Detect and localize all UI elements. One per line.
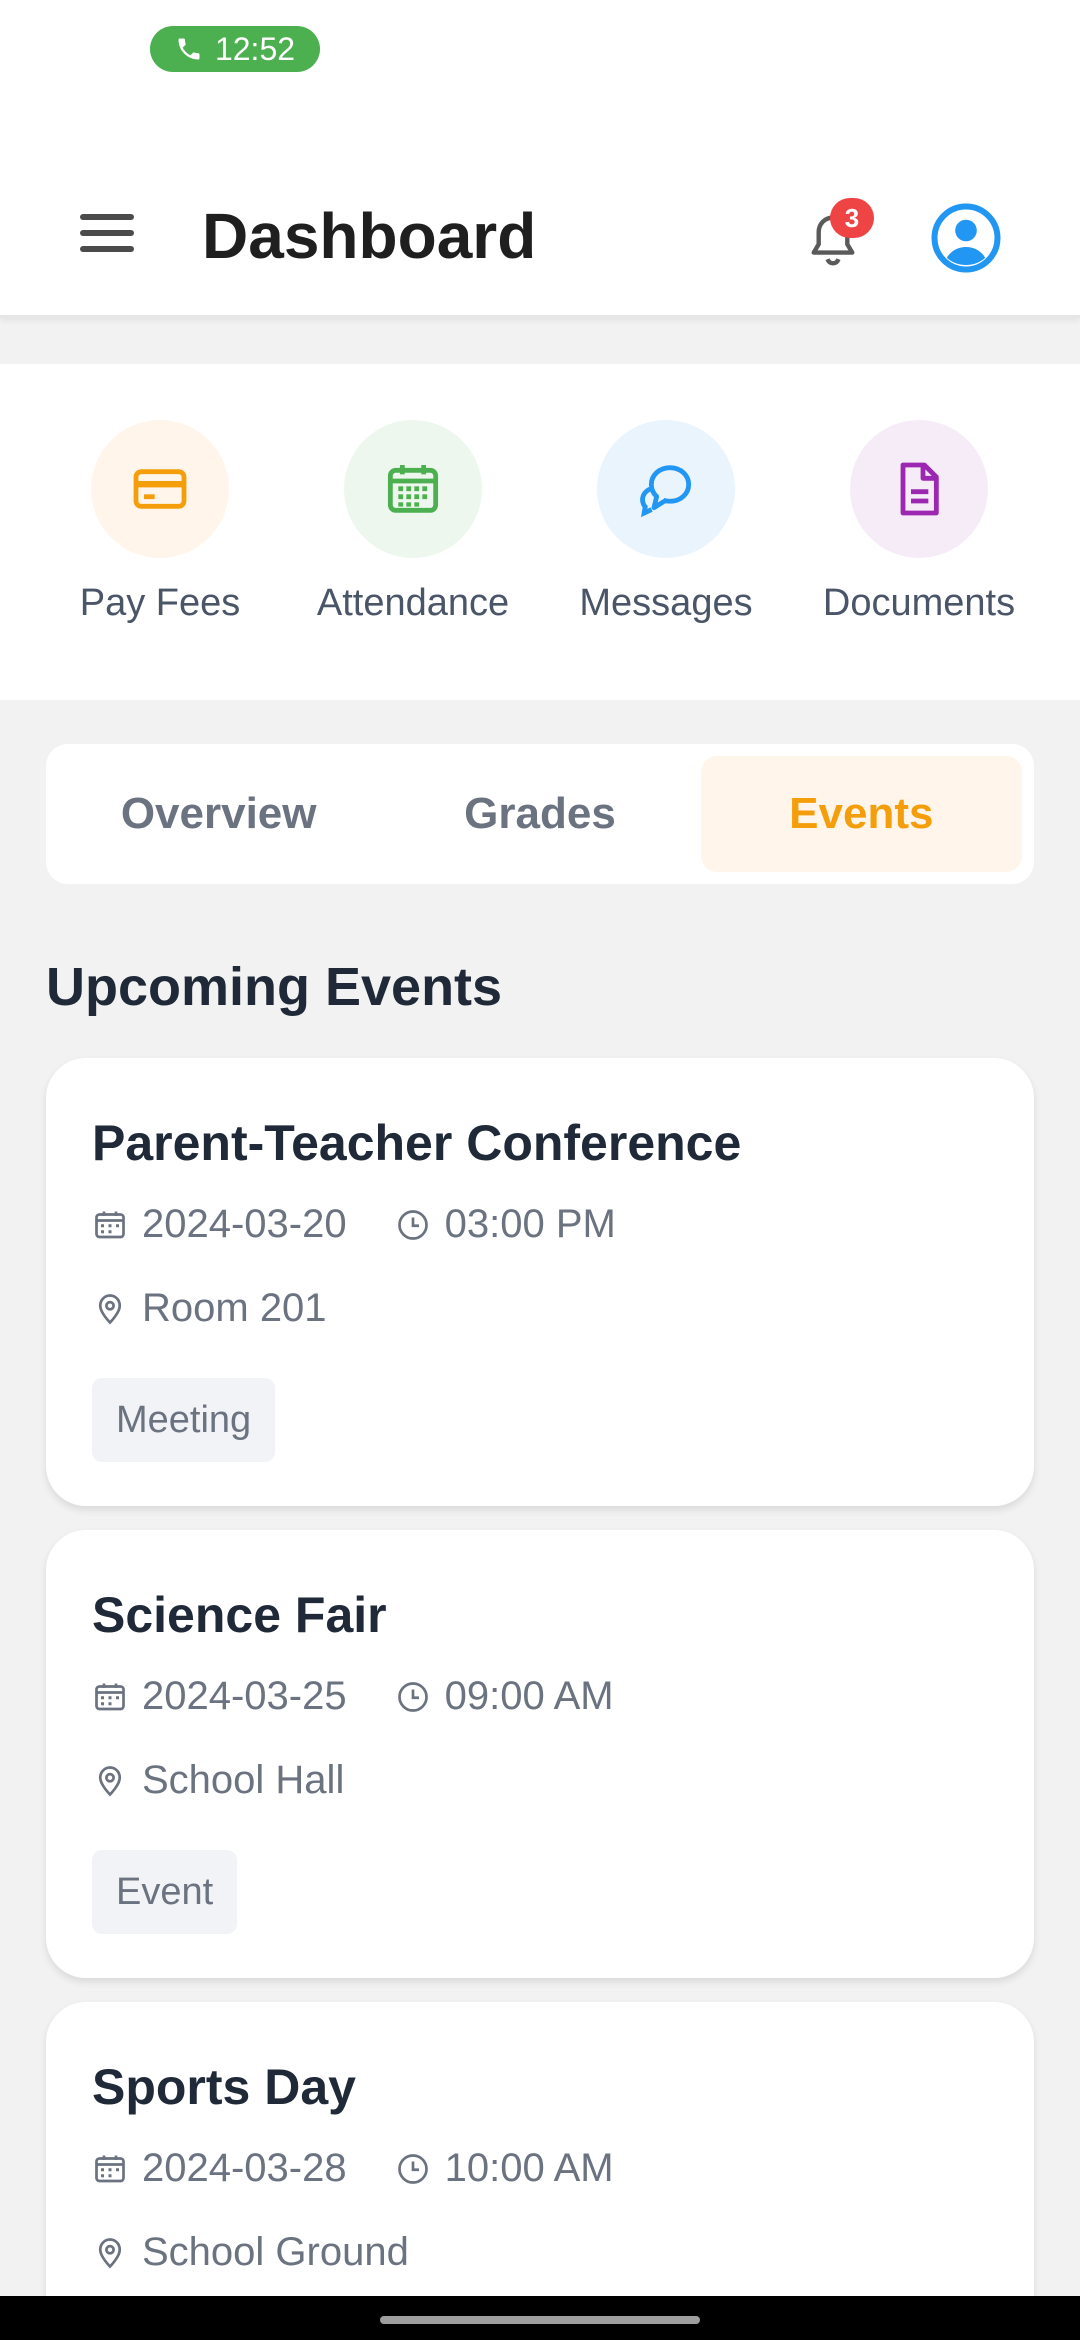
- calendar-icon: [95, 2155, 125, 2182]
- event-location: Room 201: [142, 1286, 327, 1330]
- location-pin-icon: [98, 2237, 122, 2268]
- dashboard-tabs: Overview Grades Events: [46, 744, 1034, 884]
- tab-events[interactable]: Events: [700, 756, 1022, 872]
- status-bar: 12:52: [0, 0, 1080, 78]
- clock-icon: [397, 1681, 428, 1712]
- quick-action-label: Attendance: [316, 582, 510, 624]
- event-date: 2024-03-25: [142, 1674, 347, 1718]
- event-date: 2024-03-20: [142, 1202, 347, 1246]
- clock-icon: [397, 1209, 428, 1240]
- event-card[interactable]: Science Fair 2024-03-25 09:00 AM School …: [46, 1530, 1034, 1978]
- quick-action-pay-fees[interactable]: Pay Fees: [35, 420, 285, 625]
- hamburger-line: [80, 246, 134, 252]
- quick-action-attendance[interactable]: Attendance: [288, 420, 538, 625]
- document-icon: [900, 462, 939, 516]
- account-circle-icon: [931, 203, 1001, 273]
- hamburger-line: [80, 230, 134, 236]
- menu-button[interactable]: [80, 214, 144, 262]
- event-tag: Meeting: [92, 1378, 276, 1462]
- section-title: Upcoming Events: [46, 957, 503, 1017]
- quick-action-documents[interactable]: Documents: [794, 420, 1044, 625]
- calendar-icon: [95, 1683, 125, 1710]
- event-title: Parent-Teacher Conference: [92, 1115, 742, 1171]
- event-card[interactable]: Sports Day 2024-03-28 10:00 AM School Gr…: [46, 2002, 1034, 2340]
- event-location: School Ground: [142, 2230, 409, 2274]
- notification-count-badge: 3: [830, 198, 874, 238]
- event-location-row: School Ground: [92, 2230, 409, 2275]
- profile-button[interactable]: [930, 202, 1002, 274]
- event-time: 10:00 AM: [444, 2146, 614, 2190]
- event-tag: Event: [92, 1850, 238, 1934]
- tab-overview[interactable]: Overview: [58, 756, 379, 872]
- call-duration: 12:52: [214, 30, 296, 67]
- event-location-row: School Hall: [92, 1758, 344, 1803]
- quick-action-label: Messages: [579, 582, 753, 624]
- event-title: Sports Day: [92, 2059, 356, 2115]
- tab-grades[interactable]: Grades: [379, 756, 700, 872]
- home-gesture-handle[interactable]: [380, 2316, 700, 2324]
- hamburger-icon: [80, 214, 134, 220]
- chat-icon: [640, 465, 692, 518]
- event-location: School Hall: [142, 1758, 345, 1802]
- calendar-icon: [95, 1211, 125, 1238]
- event-card[interactable]: Parent-Teacher Conference 2024-03-20 03:…: [46, 1058, 1034, 1506]
- quick-actions-panel: Pay Fees Attendance Messages Documents: [0, 364, 1080, 700]
- event-title: Science Fair: [92, 1587, 387, 1643]
- event-time: 09:00 AM: [444, 1674, 614, 1718]
- event-time: 03:00 PM: [444, 1202, 616, 1246]
- page-title: Dashboard: [202, 200, 537, 272]
- event-datetime-row: 2024-03-28 10:00 AM: [92, 2146, 614, 2191]
- documents-icon-circle: [850, 420, 988, 558]
- calendar-icon: [387, 465, 439, 513]
- quick-action-label: Pay Fees: [79, 582, 241, 624]
- system-navigation-bar: [0, 2296, 1080, 2340]
- pay-fees-icon-circle: [91, 420, 229, 558]
- app-bar: [0, 78, 1080, 318]
- attendance-icon-circle: [344, 420, 482, 558]
- event-datetime-row: 2024-03-25 09:00 AM: [92, 1674, 614, 1719]
- quick-action-messages[interactable]: Messages: [541, 420, 791, 625]
- quick-action-label: Documents: [822, 582, 1016, 624]
- phone-icon: [178, 38, 200, 60]
- ongoing-call-pill[interactable]: 12:52: [150, 26, 320, 72]
- event-location-row: Room 201: [92, 1286, 327, 1331]
- clock-icon: [397, 2153, 428, 2184]
- messages-icon-circle: [597, 420, 735, 558]
- credit-card-icon: [133, 469, 187, 509]
- screen: 12:52 Dashboard 3 Pay Fees Attendance Me…: [0, 0, 1080, 2340]
- location-pin-icon: [98, 1293, 122, 1324]
- location-pin-icon: [98, 1765, 122, 1796]
- event-datetime-row: 2024-03-20 03:00 PM: [92, 1202, 616, 1247]
- event-date: 2024-03-28: [142, 2146, 347, 2190]
